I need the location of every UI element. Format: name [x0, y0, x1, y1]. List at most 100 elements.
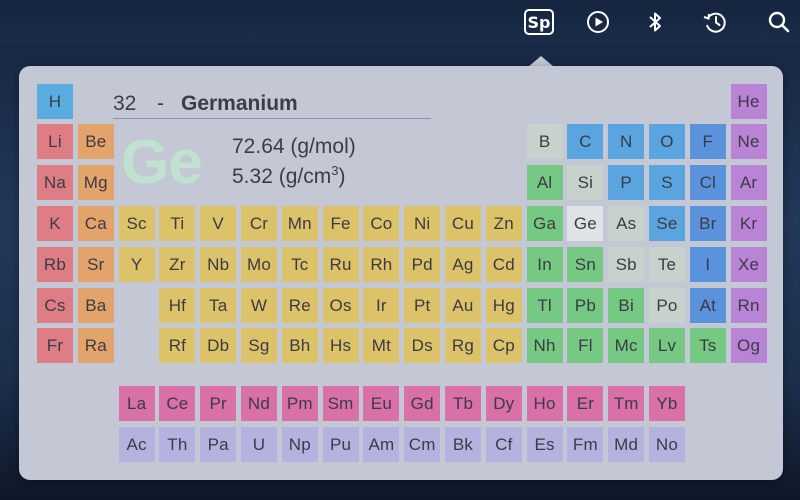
element-tile-ne[interactable]: Ne: [730, 124, 767, 159]
element-tile-nb[interactable]: Nb: [200, 247, 237, 282]
element-tile-tc[interactable]: Tc: [281, 247, 318, 282]
element-tile-mn[interactable]: Mn: [281, 206, 318, 241]
element-tile-mt[interactable]: Mt: [363, 328, 400, 363]
element-tile-ga[interactable]: Ga: [526, 206, 563, 241]
element-tile-eu[interactable]: Eu: [363, 386, 400, 421]
element-tile-pu[interactable]: Pu: [322, 427, 359, 462]
element-tile-dy[interactable]: Dy: [485, 386, 522, 421]
element-tile-ru[interactable]: Ru: [322, 247, 359, 282]
element-tile-s[interactable]: S: [649, 165, 685, 200]
element-tile-bk[interactable]: Bk: [445, 427, 481, 462]
element-tile-fr[interactable]: Fr: [37, 328, 73, 363]
element-tile-n[interactable]: N: [608, 124, 645, 159]
element-tile-ts[interactable]: Ts: [689, 328, 726, 363]
element-tile-pt[interactable]: Pt: [404, 288, 441, 323]
element-tile-pb[interactable]: Pb: [567, 288, 604, 323]
element-tile-si[interactable]: Si: [567, 165, 604, 200]
element-tile-rh[interactable]: Rh: [363, 247, 400, 282]
element-tile-p[interactable]: P: [608, 165, 645, 200]
element-tile-sc[interactable]: Sc: [118, 206, 155, 241]
element-tile-db[interactable]: Db: [200, 328, 237, 363]
element-tile-fe[interactable]: Fe: [322, 206, 359, 241]
element-tile-b[interactable]: B: [526, 124, 563, 159]
element-tile-co[interactable]: Co: [363, 206, 400, 241]
element-tile-tl[interactable]: Tl: [526, 288, 563, 323]
element-tile-hs[interactable]: Hs: [322, 328, 359, 363]
element-tile-nh[interactable]: Nh: [526, 328, 563, 363]
element-tile-ni[interactable]: Ni: [404, 206, 441, 241]
element-tile-cs[interactable]: Cs: [37, 288, 73, 323]
element-tile-hg[interactable]: Hg: [485, 288, 522, 323]
element-tile-hf[interactable]: Hf: [159, 288, 196, 323]
element-tile-sn[interactable]: Sn: [567, 247, 604, 282]
element-tile-gd[interactable]: Gd: [404, 386, 441, 421]
element-tile-np[interactable]: Np: [281, 427, 318, 462]
element-tile-md[interactable]: Md: [608, 427, 645, 462]
element-tile-ce[interactable]: Ce: [159, 386, 196, 421]
element-tile-i[interactable]: I: [689, 247, 726, 282]
search-icon[interactable]: [764, 8, 794, 36]
element-tile-ca[interactable]: Ca: [77, 206, 114, 241]
element-tile-h[interactable]: H: [37, 84, 73, 119]
element-tile-tm[interactable]: Tm: [608, 386, 645, 421]
element-tile-po[interactable]: Po: [649, 288, 685, 323]
element-tile-rn[interactable]: Rn: [730, 288, 767, 323]
element-tile-f[interactable]: F: [689, 124, 726, 159]
element-tile-bh[interactable]: Bh: [281, 328, 318, 363]
element-tile-er[interactable]: Er: [567, 386, 604, 421]
play-circle-icon[interactable]: [583, 8, 613, 36]
element-tile-yb[interactable]: Yb: [649, 386, 685, 421]
bluetooth-icon[interactable]: [640, 8, 670, 36]
element-tile-nd[interactable]: Nd: [241, 386, 277, 421]
element-tile-sm[interactable]: Sm: [322, 386, 359, 421]
element-tile-ta[interactable]: Ta: [200, 288, 237, 323]
element-tile-al[interactable]: Al: [526, 165, 563, 200]
element-tile-cl[interactable]: Cl: [689, 165, 726, 200]
element-tile-pr[interactable]: Pr: [200, 386, 237, 421]
element-tile-w[interactable]: W: [241, 288, 277, 323]
element-tile-ge[interactable]: Ge: [567, 206, 604, 241]
element-tile-sr[interactable]: Sr: [77, 247, 114, 282]
element-tile-fm[interactable]: Fm: [567, 427, 604, 462]
element-tile-og[interactable]: Og: [730, 328, 767, 363]
element-tile-os[interactable]: Os: [322, 288, 359, 323]
element-tile-pa[interactable]: Pa: [200, 427, 237, 462]
element-tile-fl[interactable]: Fl: [567, 328, 604, 363]
element-tile-br[interactable]: Br: [689, 206, 726, 241]
element-tile-he[interactable]: He: [730, 84, 767, 119]
element-tile-v[interactable]: V: [200, 206, 237, 241]
sp-app-icon[interactable]: Sp: [524, 8, 554, 36]
element-tile-na[interactable]: Na: [37, 165, 73, 200]
element-tile-cr[interactable]: Cr: [241, 206, 277, 241]
element-tile-mg[interactable]: Mg: [77, 165, 114, 200]
element-tile-am[interactable]: Am: [363, 427, 400, 462]
element-tile-re[interactable]: Re: [281, 288, 318, 323]
element-tile-es[interactable]: Es: [526, 427, 563, 462]
element-tile-u[interactable]: U: [241, 427, 277, 462]
element-tile-zr[interactable]: Zr: [159, 247, 196, 282]
element-tile-no[interactable]: No: [649, 427, 685, 462]
element-tile-te[interactable]: Te: [649, 247, 685, 282]
element-tile-rf[interactable]: Rf: [159, 328, 196, 363]
element-tile-ho[interactable]: Ho: [526, 386, 563, 421]
element-tile-pd[interactable]: Pd: [404, 247, 441, 282]
element-tile-ra[interactable]: Ra: [77, 328, 114, 363]
element-tile-ds[interactable]: Ds: [404, 328, 441, 363]
element-tile-be[interactable]: Be: [77, 124, 114, 159]
element-tile-ti[interactable]: Ti: [159, 206, 196, 241]
element-tile-cf[interactable]: Cf: [485, 427, 522, 462]
element-tile-c[interactable]: C: [567, 124, 604, 159]
element-tile-at[interactable]: At: [689, 288, 726, 323]
element-tile-sb[interactable]: Sb: [608, 247, 645, 282]
element-tile-la[interactable]: La: [118, 386, 155, 421]
element-tile-cd[interactable]: Cd: [485, 247, 522, 282]
element-tile-zn[interactable]: Zn: [485, 206, 522, 241]
element-tile-rg[interactable]: Rg: [445, 328, 481, 363]
element-tile-th[interactable]: Th: [159, 427, 196, 462]
element-tile-sg[interactable]: Sg: [241, 328, 277, 363]
element-tile-mc[interactable]: Mc: [608, 328, 645, 363]
element-tile-lv[interactable]: Lv: [649, 328, 685, 363]
element-tile-li[interactable]: Li: [37, 124, 73, 159]
element-tile-mo[interactable]: Mo: [241, 247, 277, 282]
element-tile-bi[interactable]: Bi: [608, 288, 645, 323]
